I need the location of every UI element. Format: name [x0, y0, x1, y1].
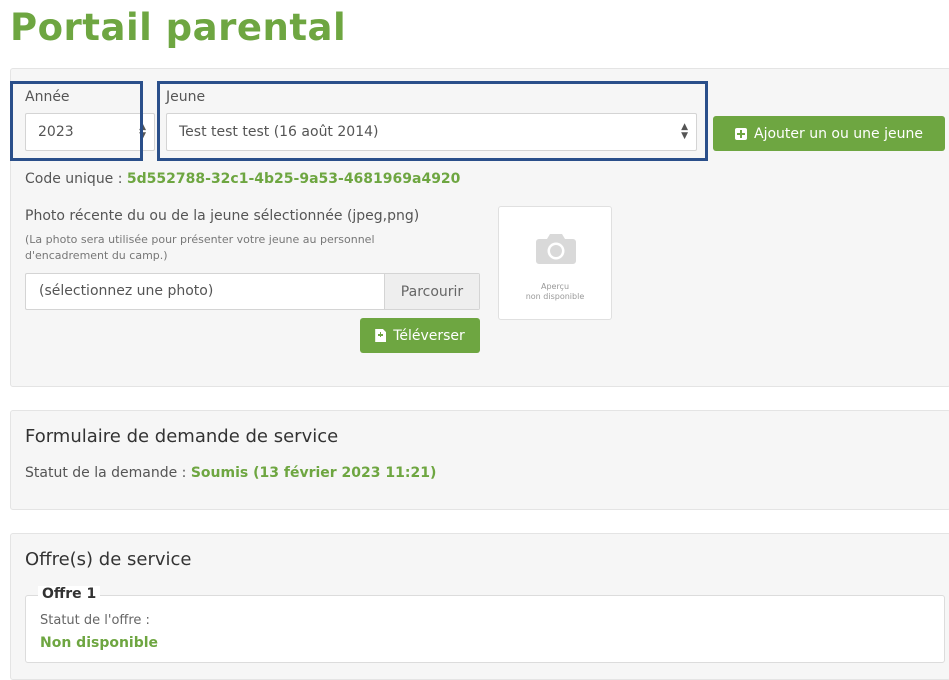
photo-preview: Aperçu non disponible [498, 206, 612, 320]
service-form-title: Formulaire de demande de service [25, 426, 339, 447]
year-highlight-box [10, 81, 143, 161]
add-youth-label: Ajouter un ou une jeune [754, 125, 923, 142]
photo-help-line2: d'encadrement du camp.) [25, 249, 168, 262]
service-form-status: Statut de la demande : Soumis (13 févrie… [25, 465, 436, 481]
photo-help-line1: (La photo sera utilisée pour présenter v… [25, 233, 375, 246]
camera-icon [536, 234, 576, 264]
offer-legend: Offre 1 [38, 586, 101, 602]
unique-code: Code unique : 5d552788-32c1-4b25-9a53-46… [25, 171, 460, 187]
offer-fieldset [25, 595, 945, 663]
youth-highlight-box [157, 81, 708, 161]
photo-file-input[interactable]: (sélectionnez une photo) Parcourir [25, 273, 480, 310]
service-status-value: Soumis (13 février 2023 11:21) [190, 465, 437, 481]
offers-title: Offre(s) de service [25, 549, 192, 570]
unique-code-value: 5d552788-32c1-4b25-9a53-4681969a4920 [126, 171, 461, 187]
preview-text: Aperçu non disponible [499, 282, 611, 302]
add-youth-button[interactable]: Ajouter un ou une jeune [713, 116, 945, 151]
page-title: Portail parental [10, 6, 347, 49]
plus-square-icon [735, 127, 747, 140]
preview-line1: Aperçu [540, 282, 570, 291]
offer-status-label: Statut de l'offre : [40, 613, 150, 628]
preview-line2: non disponible [525, 292, 585, 301]
offer-status-value: Non disponible [40, 635, 159, 651]
service-status-label: Statut de la demande : [25, 465, 187, 481]
upload-button[interactable]: Téléverser [360, 318, 480, 353]
file-upload-icon [375, 329, 387, 342]
photo-label: Photo récente du ou de la jeune sélectio… [25, 208, 420, 224]
unique-code-label: Code unique : [25, 171, 123, 187]
browse-button[interactable]: Parcourir [384, 274, 479, 309]
service-form-panel [10, 410, 949, 510]
photo-input-placeholder: (sélectionnez une photo) [39, 283, 214, 299]
upload-label: Téléverser [393, 327, 465, 344]
